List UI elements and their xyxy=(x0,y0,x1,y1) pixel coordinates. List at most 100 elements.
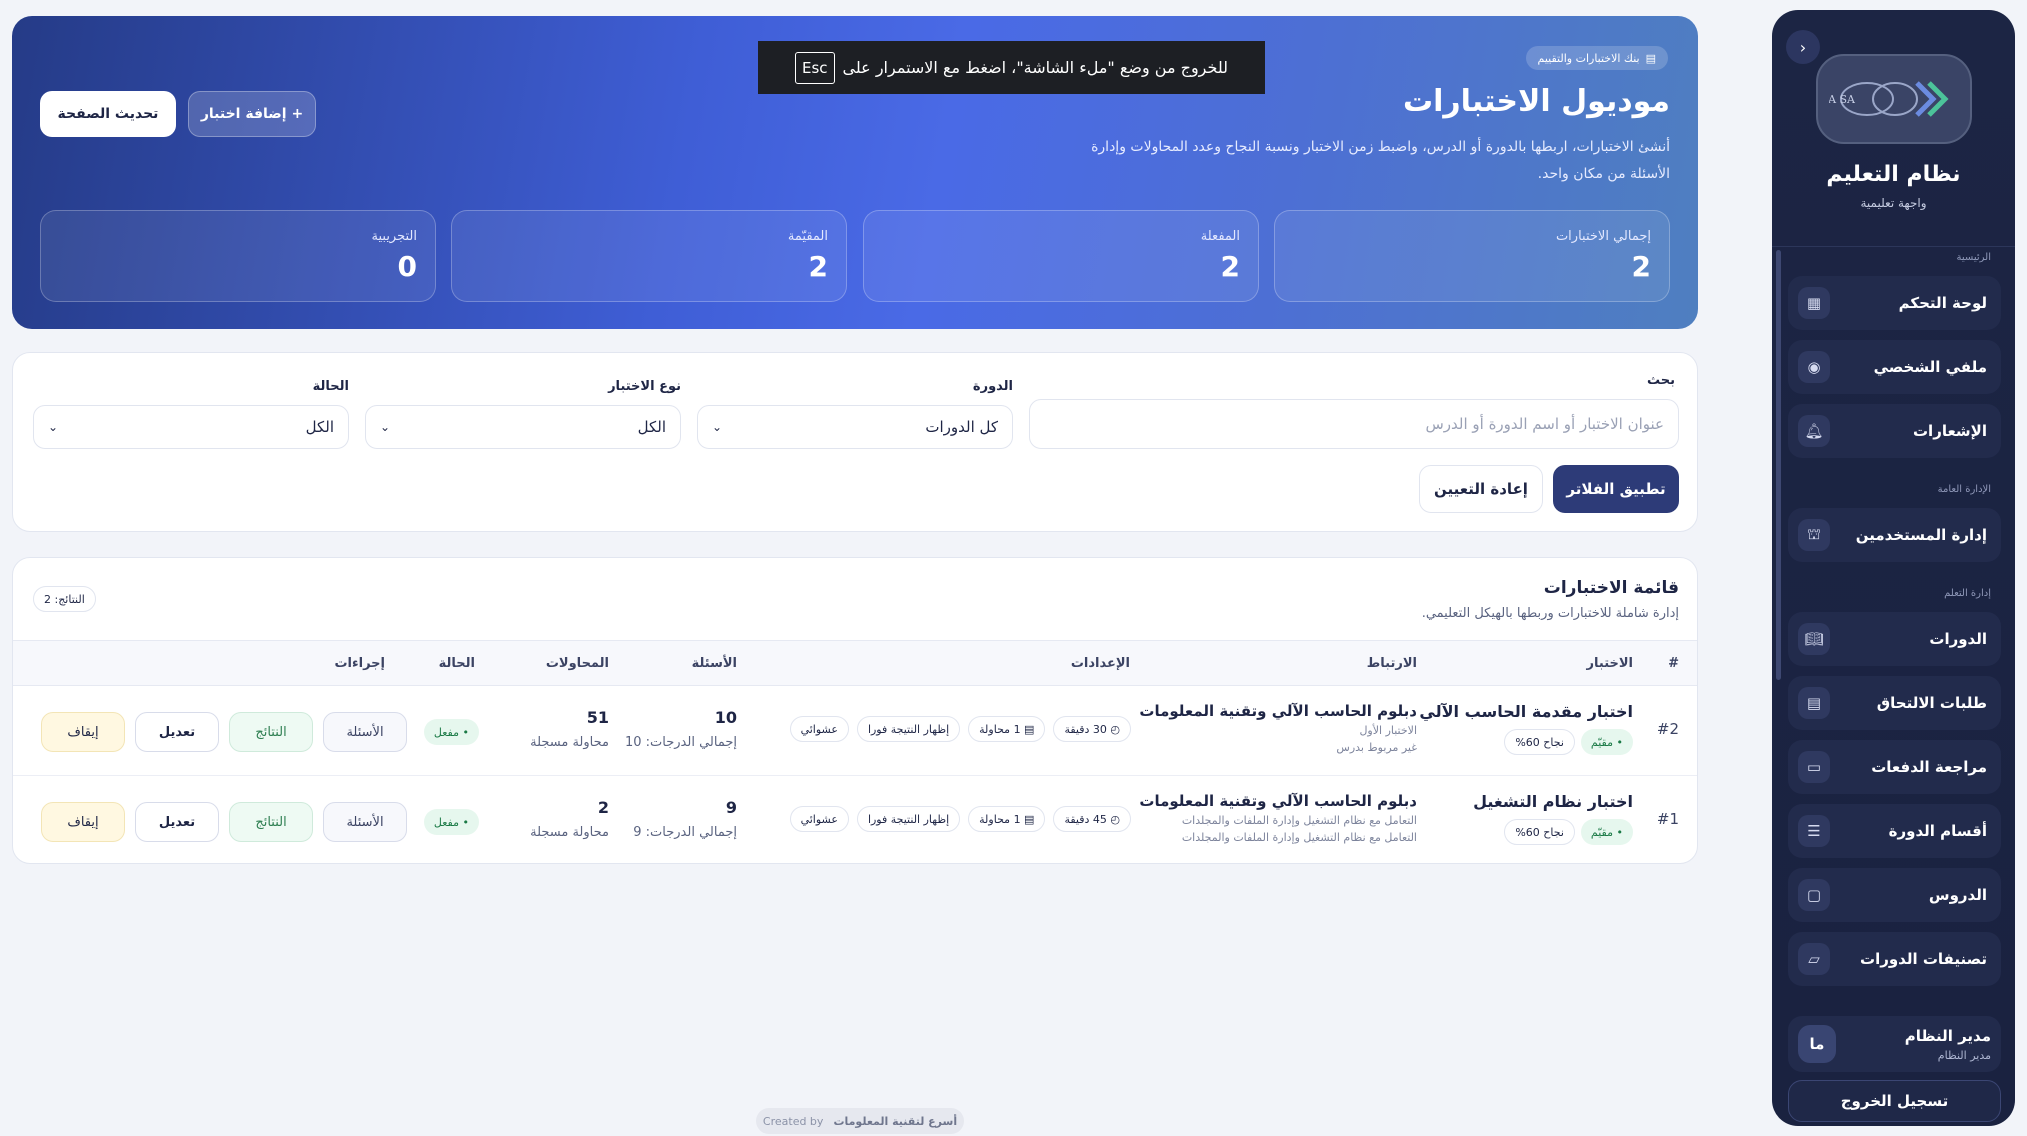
sidebar-item-sections[interactable]: أقسام الدورة ☰ xyxy=(1788,804,2001,858)
questions-button[interactable]: الأسئلة xyxy=(323,802,407,842)
stat-card-trial: التجريبية 0 xyxy=(40,210,436,302)
sidebar-item-label: أقسام الدورة xyxy=(1888,822,1987,840)
chevron-down-icon: ⌄ xyxy=(712,420,723,434)
bell-icon: 🔔︎ xyxy=(1798,415,1830,447)
course-filter-label: الدورة xyxy=(972,379,1013,394)
list-title: قائمة الاختبارات xyxy=(1543,578,1679,598)
column-header: # xyxy=(1668,656,1679,671)
footer-created: Created by xyxy=(762,1114,824,1128)
duration-text: 45 دقيقة xyxy=(1064,812,1107,826)
sidebar-item-payments[interactable]: مراجعة الدفعات ▭ xyxy=(1788,740,2001,794)
stop-button[interactable]: إيقاف xyxy=(41,712,125,752)
row-number: #2 xyxy=(1656,720,1679,738)
refresh-page-button[interactable]: تحديث الصفحة xyxy=(40,91,176,137)
duration-badge: ◴ 45 دقيقة xyxy=(1053,806,1131,832)
app-subtitle: واجهة تعليمية xyxy=(1860,196,1927,210)
edit-button[interactable]: تعديل xyxy=(135,802,219,842)
section-label-general: الإدارة العامة xyxy=(1937,484,1991,495)
table-row: #1 اختبار نظام التشغيل • مقيّم نجاح 60% … xyxy=(13,776,1697,863)
footer-credit[interactable]: أسرع لتقنية المعلومات Created by xyxy=(756,1108,964,1134)
total-degrees: إجمالي الدرجات: 9 xyxy=(633,825,737,840)
attempts-label: محاولة مسجلة xyxy=(530,735,609,750)
questions-button[interactable]: الأسئلة xyxy=(323,712,407,752)
link-detail: التعامل مع نظام التشغيل وإدارة الملفات و… xyxy=(1181,831,1417,844)
status-cell: • مفعل xyxy=(423,719,479,745)
sidebar-item-users[interactable]: إدارة المستخدمين ⛫ xyxy=(1788,508,2001,562)
app-title: نظام التعليم xyxy=(1826,162,1961,187)
divider xyxy=(1772,246,2015,247)
duration-badge: ◴ 30 دقيقة xyxy=(1053,716,1131,742)
sidebar-item-enrollments[interactable]: طلبات الالتحاق ▤ xyxy=(1788,676,2001,730)
questions-cell: 9 إجمالي الدرجات: 9 xyxy=(617,798,737,840)
fullscreen-exit-notice: للخروج من وضع "ملء الشاشة"، اضغط مع الاس… xyxy=(758,41,1265,94)
status-select[interactable]: الكل ⌄ xyxy=(33,405,349,449)
type-filter-label: نوع الاختبار xyxy=(608,379,681,394)
sidebar-item-label: ملفي الشخصي xyxy=(1873,358,1987,376)
briefcase-icon: ▢ xyxy=(1798,879,1830,911)
stat-label: التجريبية xyxy=(371,229,418,244)
stat-label: المفعلة xyxy=(1200,229,1240,244)
reset-filters-button[interactable]: إعادة التعيين xyxy=(1419,465,1543,513)
column-header: إجراءات xyxy=(334,656,385,671)
sidebar-scrollbar[interactable] xyxy=(1776,250,1781,680)
sidebar-item-label: إدارة المستخدمين xyxy=(1855,526,1987,544)
user-role: مدير النظام xyxy=(1937,1048,1991,1062)
list-icon: ☰ xyxy=(1798,815,1830,847)
attempts-setting-badge: ▤ 1 محاولة xyxy=(968,806,1046,832)
show-result-badge: إظهار النتيجة فورا xyxy=(856,806,961,832)
quiz-list-panel: قائمة الاختبارات إدارة شاملة للاختبارات … xyxy=(12,557,1698,864)
attempts-cell: 51 محاولة مسجلة xyxy=(489,708,609,750)
quiz-name[interactable]: اختبار مقدمة الحاسب الآلي xyxy=(1419,702,1633,721)
doc-icon: ▤ xyxy=(1020,722,1035,736)
questions-count: 9 xyxy=(725,798,737,817)
link-detail: التعامل مع نظام التشغيل وإدارة الملفات و… xyxy=(1181,814,1417,827)
results-button[interactable]: النتائج xyxy=(229,802,313,842)
questions-count: 10 xyxy=(714,708,737,727)
attempts-setting-text: 1 محاولة xyxy=(979,812,1021,826)
stat-value: 0 xyxy=(397,250,417,283)
results-button[interactable]: النتائج xyxy=(229,712,313,752)
results-count-badge: النتائج: 2 xyxy=(33,586,96,612)
quiz-name[interactable]: اختبار نظام التشغيل xyxy=(1433,792,1633,811)
filters-panel: بحث عنوان الاختبار أو اسم الدورة أو الدر… xyxy=(12,352,1698,532)
section-label-learning: إدارة التعلم xyxy=(1944,588,1991,599)
document-icon: ▤ xyxy=(1798,687,1830,719)
edit-button[interactable]: تعديل xyxy=(135,712,219,752)
sidebar-item-lessons[interactable]: الدروس ▢ xyxy=(1788,868,2001,922)
status-filter-label: الحالة xyxy=(312,379,349,394)
search-input[interactable]: عنوان الاختبار أو اسم الدورة أو الدرس xyxy=(1029,399,1679,449)
list-subtitle: إدارة شاملة للاختبارات وربطها بالهيكل ال… xyxy=(1421,606,1679,621)
type-select[interactable]: الكل ⌄ xyxy=(365,405,681,449)
user-card[interactable]: مدير النظام مدير النظام ما xyxy=(1788,1016,2001,1072)
stop-button[interactable]: إيقاف xyxy=(41,802,125,842)
collapse-sidebar-button[interactable]: ‹ xyxy=(1786,30,1820,64)
quiz-tags: • مقيّم نجاح 60% xyxy=(1433,729,1633,755)
apply-filters-button[interactable]: تطبيق الفلاتر xyxy=(1553,465,1679,513)
sidebar-item-profile[interactable]: ملفي الشخصي ◉ xyxy=(1788,340,2001,394)
table-header: # الاختبار الارتباط الإعدادات الأسئلة ال… xyxy=(13,640,1697,686)
logout-button[interactable]: تسجيل الخروج xyxy=(1788,1080,2001,1122)
sidebar-item-label: لوحة التحكم xyxy=(1898,294,1987,312)
folder-icon: ▱ xyxy=(1798,943,1830,975)
clock-icon: ◴ xyxy=(1106,722,1120,736)
sidebar-item-notifications[interactable]: الإشعارات 🔔︎ xyxy=(1788,404,2001,458)
add-quiz-button[interactable]: + إضافة اختبار xyxy=(188,91,316,137)
course-name: دبلوم الحاسب الآلي وتقنية المعلومات xyxy=(1139,792,1417,810)
sidebar-item-label: تصنيفات الدورات xyxy=(1860,950,1987,968)
footer-brand: أسرع لتقنية المعلومات xyxy=(833,1114,958,1128)
attempts-setting-badge: ▤ 1 محاولة xyxy=(968,716,1046,742)
course-select[interactable]: كل الدورات ⌄ xyxy=(697,405,1013,449)
page-title: موديول الاختبارات xyxy=(1402,84,1670,119)
sidebar: ‹ ASKA SA نظام التعليم واجهة تعليمية الر… xyxy=(1772,10,2015,1126)
sidebar-item-label: الدروس xyxy=(1928,886,1987,904)
logo-icon: ASKA SA xyxy=(1829,81,1949,117)
status-cell: • مفعل xyxy=(423,809,479,835)
quiz-cell: اختبار مقدمة الحاسب الآلي • مقيّم نجاح 6… xyxy=(1419,702,1633,755)
sidebar-item-label: الدورات xyxy=(1929,630,1987,648)
quiz-cell: اختبار نظام التشغيل • مقيّم نجاح 60% xyxy=(1433,792,1633,845)
sidebar-item-courses[interactable]: الدورات 📖︎ xyxy=(1788,612,2001,666)
doc-icon: ▤ xyxy=(1020,812,1035,826)
sidebar-item-categories[interactable]: تصنيفات الدورات ▱ xyxy=(1788,932,2001,986)
sidebar-item-dashboard[interactable]: لوحة التحكم ▦ xyxy=(1788,276,2001,330)
pass-rate-badge: نجاح 60% xyxy=(1504,819,1575,845)
